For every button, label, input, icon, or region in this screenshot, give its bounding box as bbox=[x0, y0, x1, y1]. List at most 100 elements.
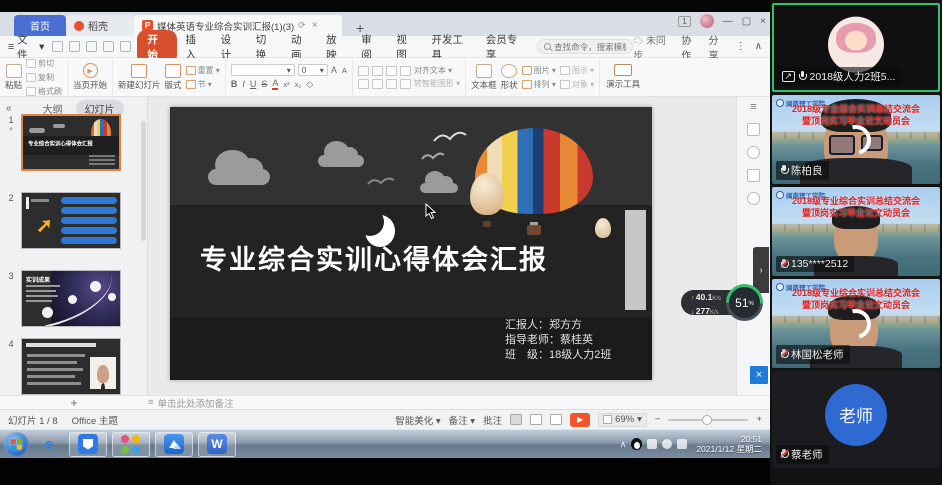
beautify-button[interactable]: 智能美化 ▾ bbox=[395, 413, 440, 427]
search-input[interactable] bbox=[554, 42, 626, 52]
maximize-button[interactable]: ▢ bbox=[742, 16, 751, 27]
numbering-button[interactable] bbox=[372, 66, 383, 76]
paste-button[interactable]: 粘贴 bbox=[5, 64, 22, 91]
shape-button[interactable]: 形状 bbox=[501, 64, 518, 91]
tab-docer[interactable]: 稻壳 bbox=[66, 15, 134, 36]
collab-button[interactable]: 协作 bbox=[681, 32, 699, 62]
account-avatar[interactable] bbox=[700, 14, 714, 28]
qq-icon[interactable] bbox=[631, 438, 642, 450]
italic-button[interactable]: I bbox=[242, 79, 245, 89]
sorter-view-button[interactable] bbox=[530, 414, 542, 425]
start-button[interactable] bbox=[4, 432, 29, 457]
video-tile-1[interactable]: ↗ 2018级人力2班5... bbox=[772, 3, 940, 92]
reset-button[interactable]: 重置 ▾ bbox=[186, 65, 220, 76]
present-tools-button[interactable]: 演示工具 bbox=[600, 58, 646, 96]
share-button[interactable]: 分享 bbox=[708, 32, 726, 62]
add-slide-button[interactable]: + bbox=[0, 396, 148, 410]
timer-icon[interactable] bbox=[747, 192, 760, 205]
line-spacing-button[interactable] bbox=[400, 79, 411, 89]
format-painter-button[interactable]: 格式刷 bbox=[26, 86, 62, 97]
zoom-slider-knob[interactable] bbox=[702, 415, 712, 425]
slide-thumbnail-3[interactable]: 实训成果 bbox=[21, 270, 121, 327]
video-tile-5[interactable]: 老师 蔡老师 bbox=[772, 371, 940, 468]
panel-collapse-button[interactable]: « bbox=[6, 103, 12, 114]
close-button[interactable]: × bbox=[760, 16, 766, 27]
tray-expand-button[interactable]: ∧ bbox=[620, 439, 627, 450]
play-from-current-button[interactable]: ▶当页开始 bbox=[73, 63, 107, 91]
minimize-button[interactable]: — bbox=[723, 16, 733, 27]
font-size-select[interactable]: 0▾ bbox=[298, 64, 328, 76]
layout-button[interactable]: 版式 bbox=[165, 64, 182, 91]
thumbnail-scrollbar[interactable] bbox=[141, 121, 146, 241]
section-button[interactable]: 节 ▾ bbox=[186, 79, 220, 90]
acceleration-ball[interactable]: 51% bbox=[726, 284, 763, 321]
bullets-button[interactable] bbox=[358, 66, 369, 76]
notes-placeholder[interactable]: ≡单击此处添加备注 bbox=[148, 396, 234, 410]
slide-thumbnail-4[interactable] bbox=[21, 338, 121, 395]
slide-info-block[interactable]: 汇报人：郑方方 指导老师：蔡桂英 班 级：18级人力2班 bbox=[505, 318, 611, 363]
reading-view-button[interactable] bbox=[550, 414, 562, 425]
comments-button[interactable]: 批注 bbox=[483, 413, 502, 427]
message-badge[interactable]: 1 bbox=[678, 16, 690, 27]
align-left-button[interactable] bbox=[358, 79, 369, 89]
properties-icon[interactable] bbox=[747, 123, 760, 136]
copy-button[interactable]: 复制 bbox=[26, 72, 62, 83]
theme-name[interactable]: Office 主题 bbox=[72, 413, 118, 427]
video-tile-4[interactable]: 闽南理工学院 2018级专业综合实训总结交流会暨顶岗实习毕业论文动员会 林国松老… bbox=[772, 279, 940, 368]
tray-app-icon[interactable] bbox=[647, 439, 657, 449]
slide-thumbnail-2[interactable]: ➚ bbox=[21, 192, 121, 249]
expand-pane-flap[interactable]: › bbox=[753, 247, 769, 293]
taskbar-ie[interactable]: e bbox=[34, 432, 64, 457]
highlight-button[interactable]: ◇ bbox=[306, 79, 313, 90]
normal-view-button[interactable] bbox=[510, 414, 522, 425]
taskbar-photos-app[interactable] bbox=[112, 432, 150, 457]
new-slide-button[interactable]: 新建幻灯片 bbox=[118, 64, 161, 91]
taskbar-meeting-app[interactable] bbox=[155, 432, 193, 457]
collapse-ribbon-icon[interactable]: ∧ bbox=[755, 41, 762, 52]
indent-decrease-button[interactable] bbox=[386, 66, 397, 76]
diagram-button[interactable]: 图示 ▾ bbox=[560, 65, 594, 76]
zoom-in-button[interactable]: + bbox=[756, 414, 762, 425]
slide-title-text[interactable]: 专业综合实训心得体会汇报 bbox=[200, 238, 548, 277]
video-tile-3[interactable]: 闽南理工学院 2018级专业综合实训总结交流会暨顶岗实习毕业论文动员会 135*… bbox=[772, 187, 940, 276]
superscript-button[interactable]: x² bbox=[283, 80, 289, 89]
notes-button[interactable]: 备注 ▾ bbox=[449, 413, 475, 427]
zoom-level[interactable]: 69% ▾ bbox=[598, 413, 647, 427]
slide-1[interactable]: 专业综合实训心得体会汇报 汇报人：郑方方 指导老师：蔡桂英 班 级：18级人力2… bbox=[170, 107, 652, 380]
taskbar-wps[interactable]: W bbox=[198, 432, 236, 457]
floating-close-button[interactable]: × bbox=[750, 366, 768, 384]
video-tile-2[interactable]: 闽南理工学院 2018级专业综合实训总结交流会暨顶岗实习毕业论文动员会 陈柏良 bbox=[772, 95, 940, 184]
layout-pane-icon[interactable] bbox=[747, 169, 760, 182]
subscript-button[interactable]: x₂ bbox=[295, 80, 302, 89]
cut-button[interactable]: 剪切 bbox=[26, 58, 62, 69]
align-center-button[interactable] bbox=[372, 79, 383, 89]
more-menu-icon[interactable]: ⋮ bbox=[736, 41, 746, 52]
zoom-out-button[interactable]: − bbox=[655, 414, 661, 425]
slide-canvas-area[interactable]: 专业综合实训心得体会汇报 汇报人：郑方方 指导老师：蔡桂英 班 级：18级人力2… bbox=[148, 97, 736, 395]
strikethrough-button[interactable]: S bbox=[261, 79, 267, 89]
font-color-button[interactable]: A bbox=[272, 78, 278, 90]
slideshow-play-button[interactable]: ▶ bbox=[570, 413, 590, 427]
align-right-button[interactable] bbox=[386, 79, 397, 89]
align-text-button[interactable]: 对齐文本 ▾ bbox=[414, 65, 452, 76]
object-button[interactable]: 对象 ▾ bbox=[560, 79, 594, 90]
slide-thumbnail-1[interactable]: 专业综合实训心得体会汇报 bbox=[21, 114, 121, 171]
taskbar-clock[interactable]: 20:51 2021/1/12 星期二 bbox=[696, 434, 766, 454]
sync-status[interactable]: ☁ 未同步 bbox=[633, 32, 672, 62]
textbox-button[interactable]: 文本框 bbox=[471, 64, 497, 91]
effects-icon[interactable] bbox=[747, 146, 760, 159]
picture-button[interactable]: 图片 ▾ bbox=[522, 65, 556, 76]
arrange-button[interactable]: 排列 ▾ bbox=[522, 79, 556, 90]
font-shrink-button[interactable]: A bbox=[342, 66, 347, 75]
quick-access-icons[interactable] bbox=[52, 41, 131, 52]
font-grow-button[interactable]: A bbox=[331, 65, 337, 75]
taskbar-pc-manager[interactable] bbox=[69, 432, 107, 457]
indent-increase-button[interactable] bbox=[400, 66, 411, 76]
underline-button[interactable]: U bbox=[250, 79, 257, 89]
zoom-slider[interactable] bbox=[668, 419, 748, 421]
network-icon[interactable] bbox=[677, 439, 687, 449]
panel-menu-icon[interactable]: ≡ bbox=[750, 101, 756, 113]
font-name-select[interactable]: ▾ bbox=[231, 64, 295, 76]
smart-graphic-button[interactable]: 转智能图形 ▾ bbox=[414, 78, 460, 89]
bold-button[interactable]: B bbox=[231, 79, 238, 89]
